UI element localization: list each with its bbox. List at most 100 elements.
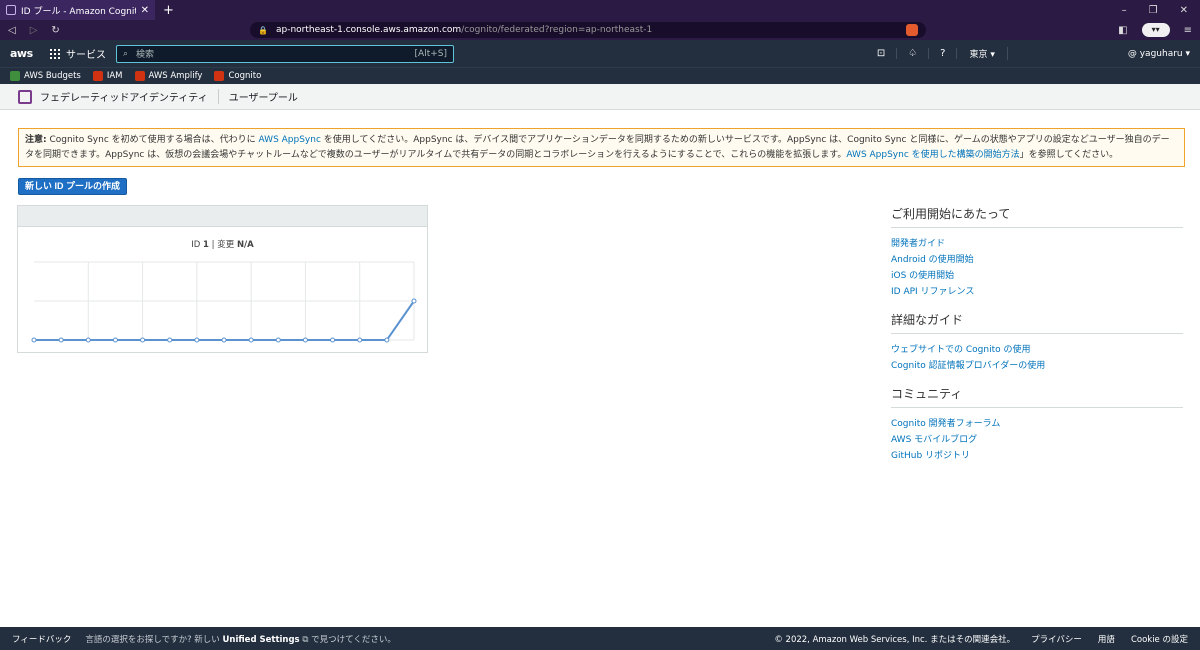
favorite-label: AWS Amplify [148,71,203,81]
footer-msg-text: で見つけてください。 [308,634,396,645]
pool-stats: ID 1 | 変更 N/A [18,238,427,250]
appsync-getting-started-link[interactable]: AWS AppSync を使用した構築の開始方法 [846,150,1019,160]
search-placeholder: 検索 [136,50,155,60]
grid-icon [50,48,60,59]
search-input[interactable]: ⌕ 検索 [Alt+S] [116,44,454,63]
footer-right: © 2022, Amazon Web Services, Inc. またはその関… [774,633,1188,645]
browser-tab[interactable]: ID プール - Amazon Cognito - アマゾ ✕ [0,0,155,20]
chart-point [248,337,254,343]
help-icon[interactable]: ? [929,48,958,59]
tab-federated-identities[interactable]: フェデレーティッドアイデンティティ [40,89,219,104]
ios-link[interactable]: iOS の使用開始 [891,268,1183,284]
favorites-bar: AWS Budgets IAM AWS Amplify Cognito [0,67,1200,84]
feedback-link[interactable]: フィードバック [12,633,71,645]
minimize-icon[interactable]: – [1122,5,1127,16]
address-bar[interactable]: 🔒 ap-northeast-1.console.aws.amazon.com/… [250,22,926,38]
change-label: 変更 [217,240,235,250]
reload-icon[interactable]: ↻ [51,25,59,36]
github-link[interactable]: GitHub リポジトリ [891,448,1183,464]
close-window-icon[interactable]: ✕ [1180,5,1188,16]
account-menu[interactable]: @ yaguharu ▾ [1008,49,1190,59]
services-menu[interactable]: サービス [50,46,106,61]
id-api-reference-link[interactable]: ID API リファレンス [891,284,1183,300]
new-tab-icon[interactable]: + [163,3,174,18]
browser-tabbar: ID プール - Amazon Cognito - アマゾ ✕ + – ❐ ✕ [0,0,1200,20]
chart-point [85,337,91,343]
forward-icon[interactable]: ▷ [30,25,38,36]
help-sidebar: ご利用開始にあたって 開発者ガイド Android の使用開始 iOS の使用開… [891,205,1183,475]
unified-settings-link[interactable]: Unified Settings [223,635,300,645]
community-section: コミュニティ Cognito 開発者フォーラム AWS モバイルブログ GitH… [891,385,1183,464]
browser-toolbar: ◁ ▷ ↻ ☐ 🔒 ap-northeast-1.console.aws.ama… [0,20,1200,40]
budgets-icon [10,71,20,81]
chart-point [221,337,227,343]
menu-icon[interactable]: ≡ [1184,25,1192,36]
tab-user-pools[interactable]: ユーザープール [219,89,298,104]
chart-point [112,337,118,343]
tab-title: ID プール - Amazon Cognito - アマゾ [21,6,136,17]
search-icon: ⌕ [123,48,129,59]
sidebar-icon[interactable]: ◧ [1118,25,1127,36]
stat-separator: | [208,240,218,250]
restore-icon[interactable]: ❐ [1149,5,1158,16]
terms-link[interactable]: 用語 [1098,633,1115,645]
profile-icon[interactable]: ▾▾ [1141,23,1170,37]
footer-message: 言語の選択をお探しですか? 新しい Unified Settings ⧉ で見つ… [85,633,396,645]
section-title: ご利用開始にあたって [891,205,1183,228]
chart-point [31,337,37,343]
android-link[interactable]: Android の使用開始 [891,252,1183,268]
favorite-budgets[interactable]: AWS Budgets [10,71,81,81]
footer-msg-text: 言語の選択をお探しですか? 新しい [85,634,223,645]
website-cognito-link[interactable]: ウェブサイトでの Cognito の使用 [891,342,1183,358]
pool-card-header [18,206,427,227]
amplify-icon [134,71,145,81]
cloudshell-icon[interactable]: ⊡ [866,48,898,59]
copyright: © 2022, Amazon Web Services, Inc. またはその関… [774,634,1016,645]
chart-point [194,337,200,343]
create-identity-pool-button[interactable]: 新しい ID プールの作成 [18,178,128,195]
favorite-iam[interactable]: IAM [92,71,123,81]
credentials-provider-link[interactable]: Cognito 認証情報プロバイダーの使用 [891,358,1183,374]
identity-chart [31,261,417,343]
appsync-link[interactable]: AWS AppSync [259,135,321,145]
notice-label: 注意: [25,135,47,145]
browser-right-controls: ◧ ▾▾ ≡ [1118,23,1192,37]
section-title: 詳細なガイド [891,311,1183,334]
id-label: ID [191,240,201,250]
appsync-notice: 注意: Cognito Sync を初めて使用する場合は、代わりに AWS Ap… [18,128,1185,167]
chart-point [167,337,173,343]
favorite-label: AWS Budgets [24,71,81,81]
chart-point [275,337,281,343]
cognito-icon [214,71,225,81]
chart-point [384,337,390,343]
aws-logo[interactable]: aws [10,47,42,60]
close-tab-icon[interactable]: ✕ [141,5,149,16]
favorite-cognito[interactable]: Cognito [214,71,261,81]
cognito-favicon-icon [6,5,16,15]
chart-point [411,298,417,304]
favorite-amplify[interactable]: AWS Amplify [134,71,203,81]
detailed-guide-section: 詳細なガイド ウェブサイトでの Cognito の使用 Cognito 認証情報… [891,311,1183,374]
chart-point [302,337,308,343]
identity-pool-card[interactable]: ID 1 | 変更 N/A [17,205,428,353]
search-shortcut: [Alt+S] [414,48,447,59]
privacy-link[interactable]: プライバシー [1031,633,1082,645]
forum-link[interactable]: Cognito 開発者フォーラム [891,416,1183,432]
cognito-subnav: フェデレーティッドアイデンティティ ユーザープール [0,84,1200,110]
getting-started-section: ご利用開始にあたって 開発者ガイド Android の使用開始 iOS の使用開… [891,205,1183,300]
nav-right: ⊡ ♤ ? 東京 ▾ @ yaguharu ▾ [866,47,1190,60]
url-host: ap-northeast-1.console.aws.amazon.com [275,25,462,35]
notifications-icon[interactable]: ♤ [897,48,930,59]
lock-icon: 🔒 [258,25,268,35]
developer-guide-link[interactable]: 開発者ガイド [891,236,1183,252]
cognito-logo-icon [18,89,32,104]
region-selector[interactable]: 東京 ▾ [957,47,1008,60]
back-icon[interactable]: ◁ [8,25,16,36]
notice-text: Cognito Sync を初めて使用する場合は、代わりに [46,135,259,145]
chart-point [140,337,146,343]
brave-shield-icon[interactable] [906,24,918,36]
mobile-blog-link[interactable]: AWS モバイルブログ [891,432,1183,448]
cookie-settings-link[interactable]: Cookie の設定 [1131,633,1188,645]
section-title: コミュニティ [891,385,1183,408]
chart-point [330,337,336,343]
